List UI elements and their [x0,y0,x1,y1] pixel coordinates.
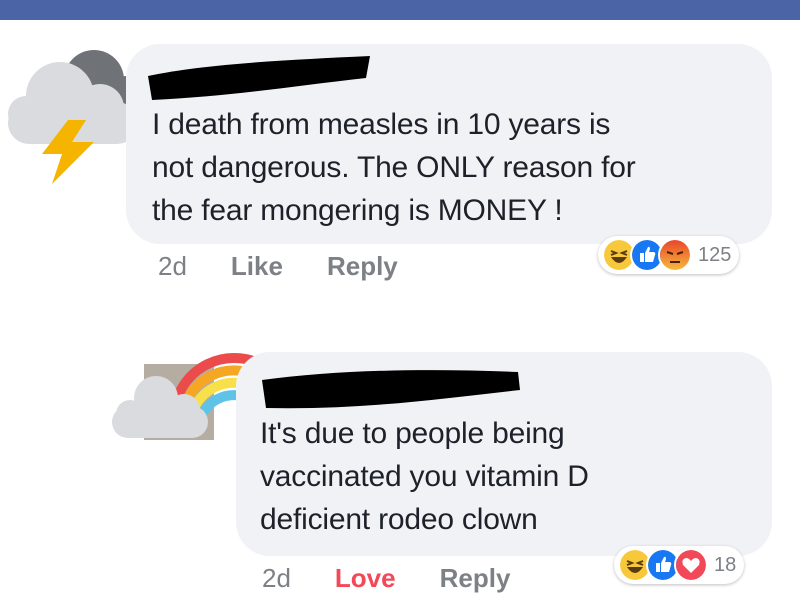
redacted-author-name [262,370,520,409]
reaction-count: 18 [714,553,737,576]
comment-timestamp[interactable]: 2d [158,251,187,282]
reaction-count: 125 [698,243,732,266]
redacted-author-name [148,56,370,100]
comment-timestamp[interactable]: 2d [262,563,291,594]
reply-button[interactable]: Reply [440,563,511,594]
love-button[interactable]: Love [335,563,396,594]
comment-text: It's due to people being vaccinated you … [260,417,589,536]
top-nav-bar [0,0,800,20]
comment-text: I death from measles in 10 years is not … [152,108,636,227]
comment-actions: 2d Love Reply [262,563,554,594]
comment-actions: 2d Like Reply [158,251,442,282]
love-icon [674,548,708,582]
reactions-summary[interactable]: 125 [598,236,740,274]
angry-icon [658,238,692,272]
reply-button[interactable]: Reply [327,251,398,282]
like-button[interactable]: Like [231,251,283,282]
reactions-summary[interactable]: 18 [614,546,745,584]
